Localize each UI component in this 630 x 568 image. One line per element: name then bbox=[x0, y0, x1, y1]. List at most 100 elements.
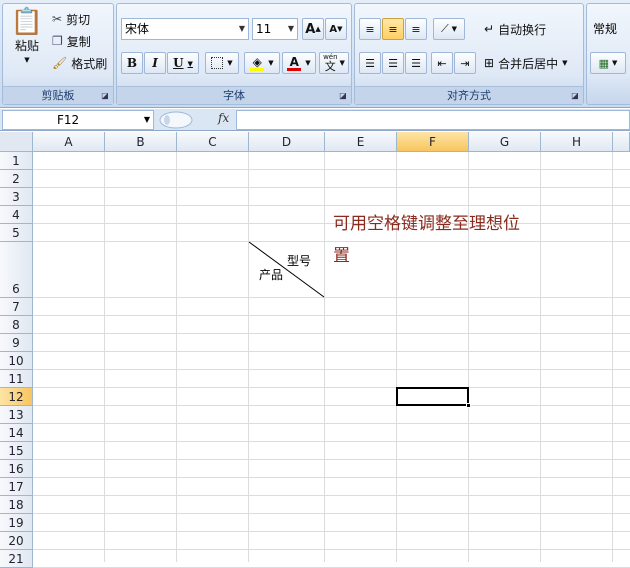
align-middle-button[interactable]: ≡ bbox=[382, 18, 404, 40]
dialog-launcher-icon[interactable]: ◪ bbox=[570, 91, 580, 101]
font-size-select[interactable]: 11 ▼ bbox=[252, 18, 298, 40]
column-header-c[interactable]: C bbox=[177, 132, 249, 152]
row-header-4[interactable]: 4 bbox=[0, 206, 33, 224]
chevron-down-icon: ▼ bbox=[287, 24, 294, 33]
row-gridline bbox=[33, 405, 630, 406]
dialog-launcher-icon[interactable]: ◪ bbox=[338, 91, 348, 101]
formula-input[interactable] bbox=[236, 110, 630, 130]
fill-color-button[interactable]: ◈ ▼ bbox=[244, 52, 280, 74]
number-group: 常规 ▦ ▼ bbox=[586, 3, 630, 105]
row-header-12[interactable]: 12 bbox=[0, 388, 33, 406]
chevron-down-icon: ▼ bbox=[24, 56, 30, 64]
row-header-3[interactable]: 3 bbox=[0, 188, 33, 206]
orientation-button[interactable]: ⟋ ▼ bbox=[433, 18, 465, 40]
orientation-icon: ⟋ bbox=[440, 22, 449, 35]
row-header-13[interactable]: 13 bbox=[0, 406, 33, 424]
name-box-value: F12 bbox=[57, 113, 80, 127]
column-header-h[interactable]: H bbox=[541, 132, 613, 152]
chevron-down-icon: ▼ bbox=[305, 59, 311, 67]
decrease-indent-button[interactable]: ⇤ bbox=[431, 52, 453, 74]
row-gridline bbox=[33, 549, 630, 550]
paste-button[interactable]: 📋 粘贴 ▼ bbox=[7, 8, 47, 82]
borders-button[interactable]: ▼ bbox=[205, 52, 239, 74]
merge-center-label: 合并后居中 bbox=[498, 56, 559, 71]
align-center-button[interactable]: ☰ bbox=[382, 52, 404, 74]
row-header-6[interactable]: 6 bbox=[0, 242, 33, 298]
name-box[interactable]: F12 ▼ bbox=[2, 110, 154, 130]
row-header-16[interactable]: 16 bbox=[0, 460, 33, 478]
row-header-7[interactable]: 7 bbox=[0, 298, 33, 316]
phonetic-guide-button[interactable]: wén 文 ▼ bbox=[319, 52, 349, 74]
row-header-5[interactable]: 5 bbox=[0, 224, 33, 242]
active-cell-f12[interactable] bbox=[396, 387, 469, 406]
font-size-value: 11 bbox=[256, 22, 272, 36]
font-name-select[interactable]: 宋体 ▼ bbox=[121, 18, 249, 40]
font-name-value: 宋体 bbox=[125, 22, 150, 36]
number-format-select[interactable]: 常规 bbox=[589, 18, 630, 40]
chevron-down-icon: ▼ bbox=[451, 25, 458, 33]
align-bottom-button[interactable]: ≡ bbox=[405, 18, 427, 40]
bold-button[interactable]: B bbox=[121, 52, 143, 74]
copy-label: 复制 bbox=[66, 34, 91, 49]
merge-cells-icon: ⊞ bbox=[484, 56, 495, 70]
column-gridline bbox=[540, 152, 541, 562]
row-gridline bbox=[33, 241, 630, 242]
cut-button[interactable]: ✂ 剪切 bbox=[51, 8, 111, 30]
row-header-11[interactable]: 11 bbox=[0, 370, 33, 388]
column-header-b[interactable]: B bbox=[105, 132, 177, 152]
row-header-2[interactable]: 2 bbox=[0, 170, 33, 188]
row-header-17[interactable]: 17 bbox=[0, 478, 33, 496]
increase-indent-button[interactable]: ⇥ bbox=[454, 52, 476, 74]
row-gridline bbox=[33, 423, 630, 424]
chevron-down-icon: ▼ bbox=[187, 58, 193, 68]
dialog-launcher-icon[interactable]: ◪ bbox=[100, 91, 110, 101]
grow-font-button[interactable]: A ▲ bbox=[302, 18, 324, 40]
column-header-e[interactable]: E bbox=[325, 132, 397, 152]
select-all-corner[interactable] bbox=[0, 132, 33, 152]
row-header-1[interactable]: 1 bbox=[0, 152, 33, 170]
ribbon: 📋 粘贴 ▼ ✂ 剪切 ❐ 复制 🖌 格式刷 剪贴板 ◪ 宋体 ▼ 11 ▼ A… bbox=[0, 0, 630, 108]
row-header-15[interactable]: 15 bbox=[0, 442, 33, 460]
paste-label: 粘贴 bbox=[14, 39, 39, 53]
format-painter-button[interactable]: 🖌 格式刷 bbox=[51, 52, 113, 74]
fill-handle[interactable] bbox=[466, 403, 471, 408]
row-header-21[interactable]: 21 bbox=[0, 550, 33, 568]
font-group-label: 字体 bbox=[117, 86, 351, 104]
underline-button[interactable]: U ▼ bbox=[167, 52, 199, 74]
row-header-18[interactable]: 18 bbox=[0, 496, 33, 514]
row-header-20[interactable]: 20 bbox=[0, 532, 33, 550]
column-header-g[interactable]: G bbox=[469, 132, 541, 152]
italic-button[interactable]: I bbox=[144, 52, 166, 74]
cell-d6-header-model[interactable]: 型号 bbox=[287, 252, 311, 269]
cell-d6-header-product[interactable]: 产品 bbox=[259, 266, 283, 283]
align-top-icon: ≡ bbox=[365, 22, 375, 36]
row-gridline bbox=[33, 223, 630, 224]
row-gridline bbox=[33, 477, 630, 478]
worksheet-grid[interactable]: ABCDEFGH 1 2 3 4 5 6 7 8 9 10 11 12 13 14 15 16 17 18 19 20… bbox=[0, 132, 630, 568]
align-left-button[interactable]: ☰ bbox=[359, 52, 381, 74]
annotation-text: 可用空格键调整至理想位 置 bbox=[333, 208, 520, 272]
row-header-14[interactable]: 14 bbox=[0, 424, 33, 442]
row-header-9[interactable]: 9 bbox=[0, 334, 33, 352]
row-header-19[interactable]: 19 bbox=[0, 514, 33, 532]
shrink-font-button[interactable]: A ▼ bbox=[325, 18, 347, 40]
wrap-text-button[interactable]: ↵ 自动换行 bbox=[483, 18, 581, 40]
column-header-a[interactable]: A bbox=[33, 132, 105, 152]
accounting-format-button[interactable]: ▦ ▼ bbox=[590, 52, 626, 74]
column-gridline bbox=[324, 152, 325, 562]
currency-icon: ▦ bbox=[598, 56, 609, 70]
italic-label: I bbox=[152, 56, 158, 70]
column-header-d[interactable]: D bbox=[249, 132, 325, 152]
row-header-8[interactable]: 8 bbox=[0, 316, 33, 334]
align-right-button[interactable]: ☰ bbox=[405, 52, 427, 74]
copy-button[interactable]: ❐ 复制 bbox=[51, 30, 111, 52]
merge-center-button[interactable]: ⊞ 合并后居中 ▼ bbox=[483, 52, 583, 74]
align-top-button[interactable]: ≡ bbox=[359, 18, 381, 40]
column-header-f[interactable]: F bbox=[397, 132, 469, 152]
align-right-icon: ☰ bbox=[411, 56, 421, 70]
insert-function-button[interactable]: fx bbox=[218, 111, 229, 125]
borders-icon bbox=[211, 57, 224, 69]
font-color-button[interactable]: A ▼ bbox=[282, 52, 316, 74]
row-header-10[interactable]: 10 bbox=[0, 352, 33, 370]
chevron-down-icon: ▼ bbox=[143, 115, 150, 124]
